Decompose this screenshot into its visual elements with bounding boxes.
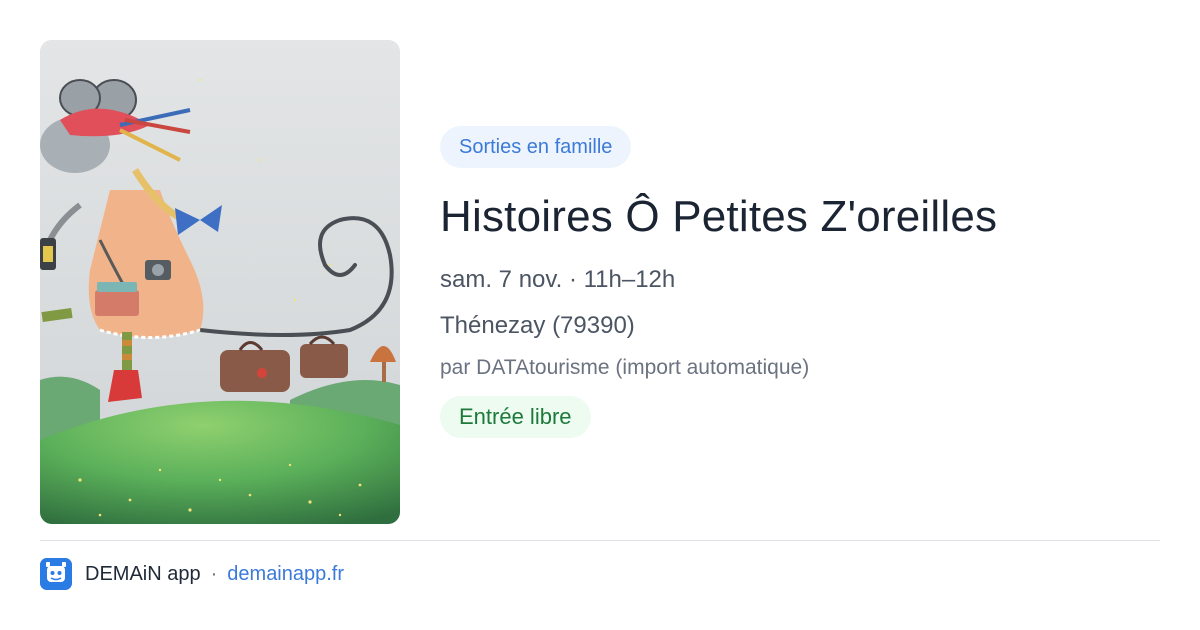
footer: DEMAiN app · demainapp.fr bbox=[40, 558, 344, 590]
event-title[interactable]: Histoires Ô Petites Z'oreilles bbox=[440, 188, 1140, 246]
event-info: Sorties en famille Histoires Ô Petites Z… bbox=[440, 126, 1140, 438]
footer-separator: · bbox=[210, 562, 218, 585]
app-domain-link[interactable]: demainapp.fr bbox=[227, 563, 344, 586]
category-badge[interactable]: Sorties en famille bbox=[440, 126, 632, 168]
demain-app-logo-icon bbox=[40, 558, 72, 590]
app-name: DEMAiN app bbox=[85, 562, 201, 585]
event-card[interactable]: Sorties en famille Histoires Ô Petites Z… bbox=[40, 40, 1160, 524]
mouse-illustration bbox=[40, 40, 400, 524]
event-location: Thénezay (79390) bbox=[440, 312, 635, 339]
event-datetime: sam. 7 nov. · 11h–12h bbox=[440, 266, 676, 293]
event-image bbox=[40, 40, 400, 524]
footer-divider bbox=[40, 540, 1160, 541]
price-badge: Entrée libre bbox=[440, 396, 591, 438]
event-organizer: par DATAtourisme (import automatique) bbox=[440, 356, 810, 379]
